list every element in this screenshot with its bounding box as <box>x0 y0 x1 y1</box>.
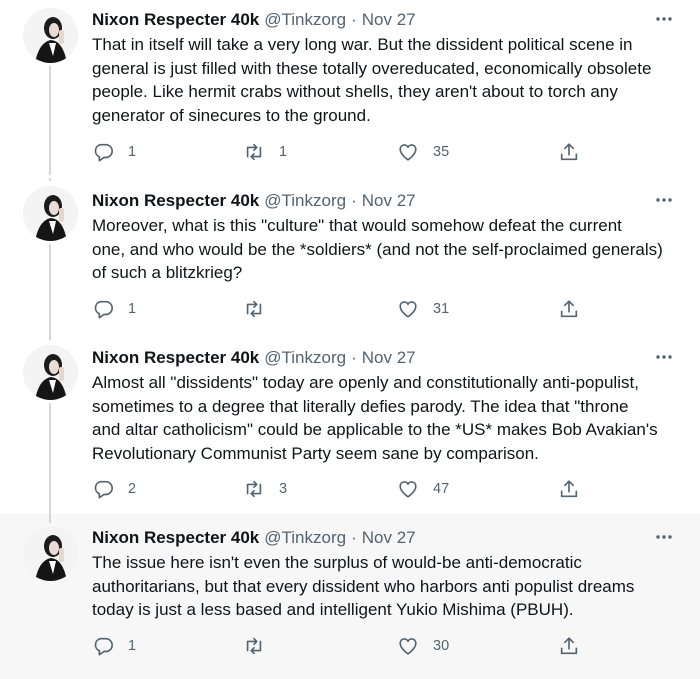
retweet-arrows-icon <box>246 143 262 161</box>
retweet-button[interactable]: 3 <box>243 476 287 502</box>
reply-count: 1 <box>128 638 137 654</box>
like-button[interactable]: 47 <box>397 476 449 502</box>
tweet-date[interactable]: Nov 27 <box>362 191 416 211</box>
retweet-button[interactable]: 1 <box>243 139 287 165</box>
like-button[interactable]: 30 <box>397 633 449 659</box>
more-horizontal-icon <box>656 17 672 21</box>
retweet-button[interactable] <box>243 296 279 322</box>
more-options-button[interactable] <box>652 9 676 29</box>
heart-outline-icon <box>399 301 417 318</box>
share-button[interactable] <box>558 476 580 502</box>
more-horizontal-icon <box>656 535 672 539</box>
share-upload-icon <box>560 480 578 498</box>
reply-button[interactable]: 1 <box>92 633 136 659</box>
tweet-date[interactable]: Nov 27 <box>362 528 416 548</box>
tweet-date[interactable]: Nov 27 <box>362 348 416 368</box>
reply-bubble-icon <box>94 480 113 499</box>
tweet-date[interactable]: Nov 27 <box>362 10 416 30</box>
separator-dot: · <box>351 528 357 547</box>
tweet-text: Almost all "dissidents" today are openly… <box>92 373 658 463</box>
user-handle[interactable]: @Tinkzorg <box>264 528 346 548</box>
tweet-text: That in itself will take a very long war… <box>92 35 652 125</box>
thread-connector <box>49 244 51 337</box>
display-name[interactable]: Nixon Respecter 40k <box>92 10 259 30</box>
tweet-thread: Nixon Respecter 40k @Tinkzorg · Nov 27 T… <box>0 0 700 679</box>
more-horizontal-icon <box>656 198 672 202</box>
reply-bubble-icon <box>94 143 113 162</box>
reply-button[interactable]: 1 <box>92 296 136 322</box>
thread-connector <box>49 337 51 340</box>
more-options-button[interactable] <box>652 347 676 367</box>
avatar[interactable] <box>23 345 78 400</box>
avatar[interactable] <box>23 526 78 581</box>
separator-dot: · <box>351 191 357 210</box>
retweet-count: 3 <box>279 481 288 497</box>
separator-dot: · <box>351 10 357 29</box>
retweet-button[interactable] <box>243 633 279 659</box>
tweet-4[interactable]: Nixon Respecter 40k @Tinkzorg · Nov 27 T… <box>0 514 700 679</box>
retweet-arrows-icon <box>246 480 262 498</box>
thread-connector <box>49 514 51 523</box>
retweet-arrows-icon <box>246 637 262 655</box>
user-handle[interactable]: @Tinkzorg <box>264 348 346 368</box>
tweet-1[interactable]: Nixon Respecter 40k @Tinkzorg · Nov 27 T… <box>0 0 700 175</box>
tweet-3[interactable]: Nixon Respecter 40k @Tinkzorg · Nov 27 A… <box>0 337 700 514</box>
reply-bubble-icon <box>94 300 113 319</box>
display-name[interactable]: Nixon Respecter 40k <box>92 191 259 211</box>
retweet-count: 1 <box>279 144 288 160</box>
share-upload-icon <box>560 143 578 161</box>
user-handle[interactable]: @Tinkzorg <box>264 10 346 30</box>
thread-connector <box>49 403 51 514</box>
reply-count: 1 <box>128 144 137 160</box>
tweet-text: The issue here isn't even the surplus of… <box>92 553 635 619</box>
share-upload-icon <box>560 637 578 655</box>
display-name[interactable]: Nixon Respecter 40k <box>92 348 259 368</box>
share-button[interactable] <box>558 296 580 322</box>
share-button[interactable] <box>558 633 580 659</box>
heart-outline-icon <box>399 481 417 498</box>
like-count: 31 <box>433 301 450 317</box>
reply-count: 2 <box>128 481 137 497</box>
display-name[interactable]: Nixon Respecter 40k <box>92 528 259 548</box>
reply-button[interactable]: 1 <box>92 139 136 165</box>
heart-outline-icon <box>399 144 417 161</box>
like-button[interactable]: 31 <box>397 296 449 322</box>
share-button[interactable] <box>558 139 580 165</box>
retweet-arrows-icon <box>246 300 262 318</box>
like-count: 30 <box>433 638 450 654</box>
reply-count: 1 <box>128 301 137 317</box>
heart-outline-icon <box>399 638 417 655</box>
reply-bubble-icon <box>94 637 113 656</box>
avatar[interactable] <box>23 186 78 241</box>
separator-dot: · <box>351 348 357 367</box>
thread-connector <box>49 66 51 175</box>
avatar[interactable] <box>23 8 78 63</box>
more-options-button[interactable] <box>652 527 676 547</box>
tweet-text: Moreover, what is this "culture" that wo… <box>92 216 663 282</box>
tweet-2[interactable]: Nixon Respecter 40k @Tinkzorg · Nov 27 M… <box>0 178 700 337</box>
user-handle[interactable]: @Tinkzorg <box>264 191 346 211</box>
reply-button[interactable]: 2 <box>92 476 136 502</box>
thread-connector <box>49 178 51 181</box>
more-options-button[interactable] <box>652 190 676 210</box>
like-count: 47 <box>433 481 450 497</box>
share-upload-icon <box>560 300 578 318</box>
like-button[interactable]: 35 <box>397 139 449 165</box>
like-count: 35 <box>433 144 450 160</box>
more-horizontal-icon <box>656 355 672 359</box>
